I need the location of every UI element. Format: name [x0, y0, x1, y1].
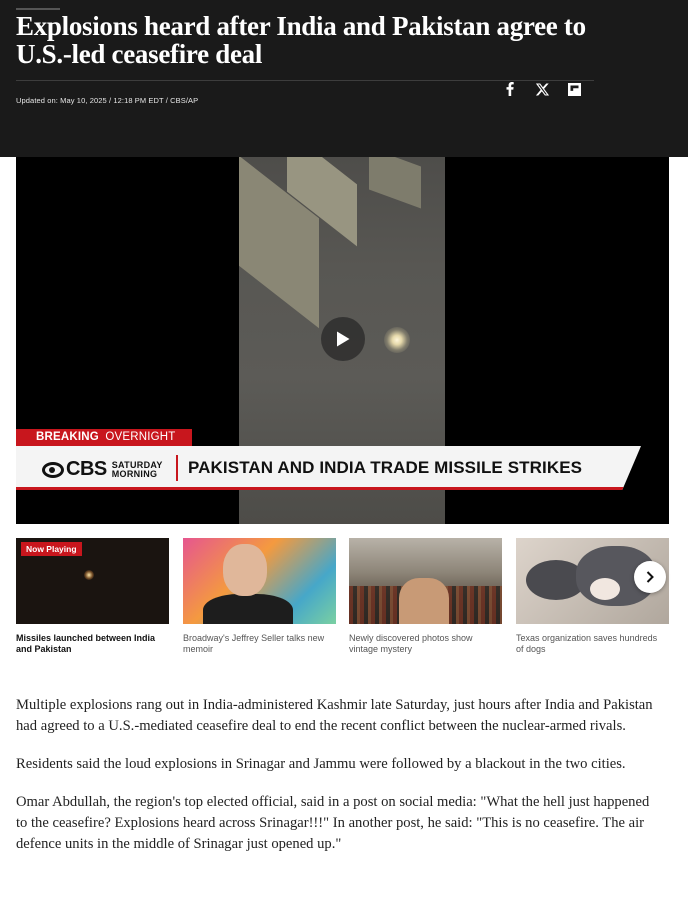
show-name-line2: MORNING — [111, 468, 158, 479]
carousel-card[interactable]: Newly discovered photos show vintage mys… — [349, 538, 502, 655]
play-icon — [337, 331, 350, 347]
chyron-title: PAKISTAN AND INDIA TRADE MISSILE STRIKES — [188, 458, 583, 477]
carousel-thumbnail: Now Playing — [16, 538, 169, 624]
cbs-eye-icon — [42, 461, 64, 478]
now-playing-badge: Now Playing — [21, 542, 82, 556]
carousel-caption[interactable]: Newly discovered photos show vintage mys… — [349, 633, 499, 655]
facebook-icon[interactable] — [494, 80, 526, 98]
chyron-banner: CBS SATURDAY MORNING PAKISTAN AND INDIA … — [16, 446, 641, 490]
video-player[interactable]: BREAKING OVERNIGHT CBS SATURDAY MORNING … — [16, 157, 669, 524]
cbs-logo-text: CBS — [66, 458, 107, 480]
thumbnail-figure — [203, 594, 293, 624]
flipboard-icon[interactable] — [558, 80, 590, 98]
byline: Updated on: May 10, 2025 / 12:18 PM EDT … — [16, 96, 199, 105]
carousel-thumbnail — [349, 538, 502, 624]
breaking-banner: BREAKING OVERNIGHT — [16, 429, 192, 446]
article-paragraph: Residents said the loud explosions in Sr… — [16, 756, 626, 772]
carousel-card[interactable]: Broadway's Jeffrey Seller talks new memo… — [183, 538, 336, 655]
breaking-label: BREAKING — [36, 431, 99, 443]
article-header: Explosions heard after India and Pakista… — [0, 0, 688, 157]
carousel-next-button[interactable] — [634, 561, 666, 593]
carousel-card[interactable]: Now Playing Missiles launched between In… — [16, 538, 169, 655]
article-paragraph: Multiple explosions rang out in India-ad… — [16, 697, 653, 734]
chyron-separator — [176, 455, 178, 481]
video-carousel: Now Playing Missiles launched between In… — [16, 538, 688, 668]
carousel-caption[interactable]: Missiles launched between India and Paki… — [16, 633, 166, 655]
thumbnail-light — [84, 570, 94, 580]
thumbnail-figure — [399, 578, 449, 624]
thumbnail-figure — [223, 544, 267, 596]
breaking-sub: OVERNIGHT — [105, 431, 176, 443]
thumbnail-dog — [590, 578, 620, 600]
article-paragraph: Omar Abdullah, the region's top elected … — [16, 794, 650, 852]
video-scene-light — [384, 327, 410, 353]
chevron-right-icon — [646, 571, 654, 583]
x-icon[interactable] — [526, 80, 558, 98]
carousel-card[interactable]: Texas organization saves hundreds of dog… — [516, 538, 669, 655]
carousel-caption[interactable]: Texas organization saves hundreds of dog… — [516, 633, 666, 655]
show-name: SATURDAY MORNING — [111, 460, 163, 479]
video-scene-beam — [369, 157, 421, 209]
headline: Explosions heard after India and Pakista… — [16, 11, 586, 69]
cbs-logo: CBS SATURDAY MORNING — [42, 458, 163, 481]
carousel-caption[interactable]: Broadway's Jeffrey Seller talks new memo… — [183, 633, 333, 655]
header-top-rule — [16, 8, 60, 10]
social-share-bar — [494, 80, 590, 98]
play-button[interactable] — [321, 317, 365, 361]
article-body: Multiple explosions rang out in India-ad… — [16, 695, 661, 872]
carousel-thumbnail — [183, 538, 336, 624]
